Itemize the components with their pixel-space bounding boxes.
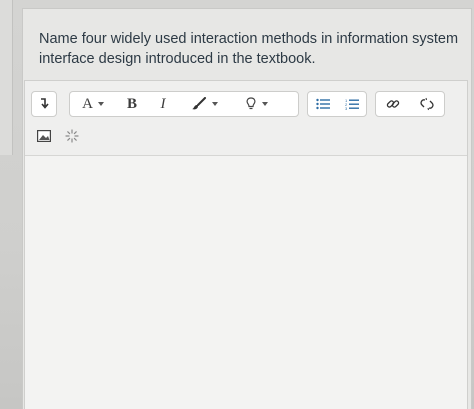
bold-label: B <box>126 95 137 112</box>
list-group: 1 2 3 <box>307 91 367 117</box>
chevron-down-icon <box>97 102 104 106</box>
image-icon <box>37 130 51 142</box>
insert-link-button[interactable] <box>376 92 410 116</box>
sparkle-icon <box>65 129 79 143</box>
collapse-toolbar-group <box>31 91 57 117</box>
collapse-toolbar-button[interactable] <box>32 92 56 116</box>
editor-toolbar: A B I 1 2 3 <box>25 81 467 156</box>
text-format-group: A B I <box>69 91 299 117</box>
chevron-down-icon <box>261 102 268 106</box>
font-style-label: A <box>82 95 93 112</box>
left-panel-edge <box>0 0 13 155</box>
unlink-button[interactable] <box>410 92 444 116</box>
brush-icon <box>191 97 206 110</box>
bold-button[interactable]: B <box>116 92 148 116</box>
bullet-list-icon <box>315 98 330 110</box>
insert-image-button[interactable] <box>31 124 57 148</box>
italic-button[interactable]: I <box>148 92 178 116</box>
svg-text:3: 3 <box>345 106 348 111</box>
font-style-button[interactable]: A <box>70 92 116 116</box>
link-icon <box>386 100 400 108</box>
italic-label: I <box>160 95 166 112</box>
media-group <box>31 123 91 149</box>
unlink-icon <box>420 97 434 111</box>
insert-media-button[interactable] <box>57 124 87 148</box>
arrow-down-icon <box>41 98 49 109</box>
highlight-button[interactable] <box>230 92 282 116</box>
numbered-list-icon: 1 2 3 <box>345 98 359 111</box>
text-color-button[interactable] <box>178 92 230 116</box>
editor-content-area[interactable] <box>25 156 467 409</box>
lightbulb-icon <box>246 97 255 110</box>
chevron-down-icon <box>211 102 218 106</box>
bullet-list-button[interactable] <box>308 92 337 116</box>
question-text: Name four widely used interaction method… <box>39 31 459 67</box>
rich-text-editor: A B I 1 2 3 <box>24 80 468 409</box>
link-group <box>375 91 445 117</box>
numbered-list-button[interactable]: 1 2 3 <box>337 92 366 116</box>
